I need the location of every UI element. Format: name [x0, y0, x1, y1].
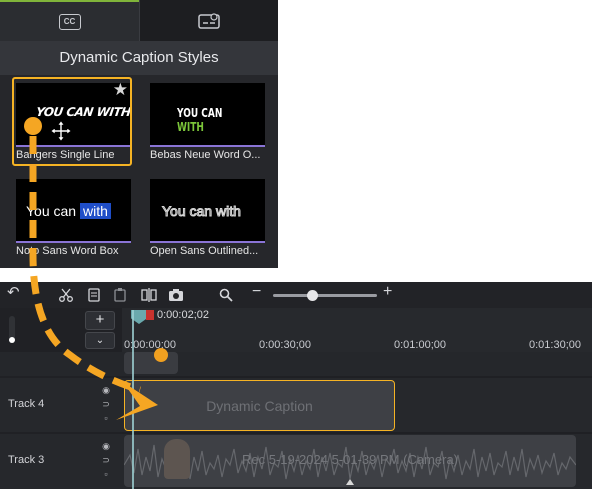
drag-arrow [24, 117, 158, 420]
drag-start-dot [24, 117, 42, 135]
drag-path [29, 136, 142, 394]
move-cursor-icon [50, 120, 72, 142]
